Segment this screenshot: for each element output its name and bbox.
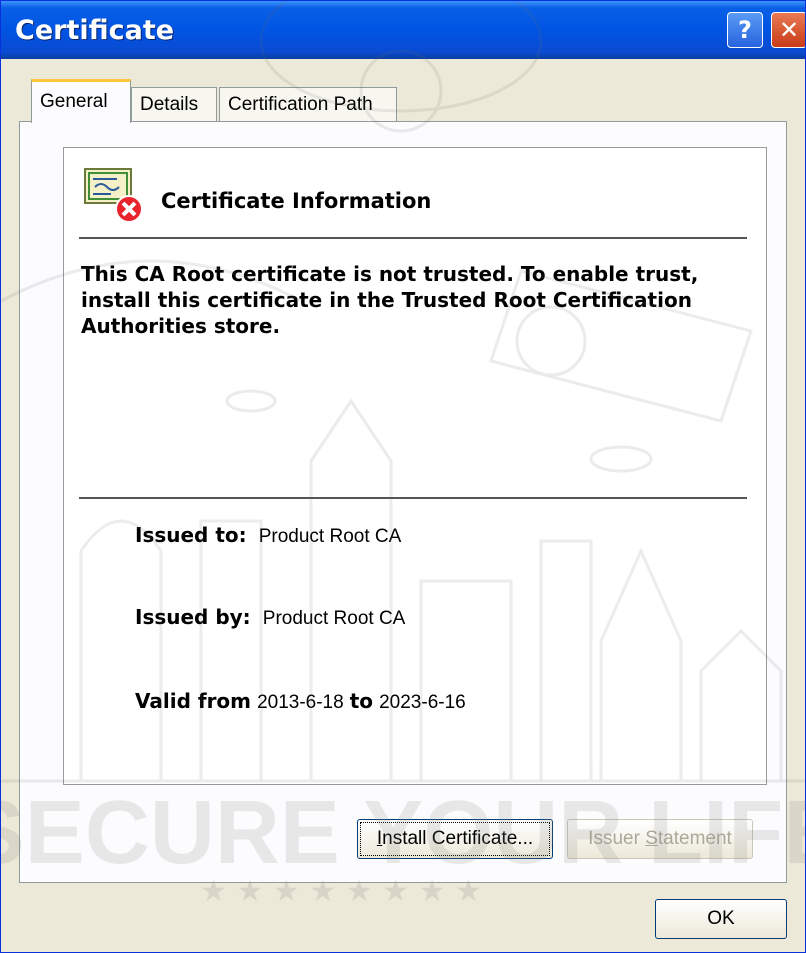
valid-from-label: Valid from	[135, 689, 252, 713]
tab-general[interactable]: General	[31, 79, 131, 123]
issued-to-value: Product Root CA	[258, 526, 402, 547]
ok-button[interactable]: OK	[655, 899, 787, 939]
valid-from-value: 2013-6-18	[257, 692, 344, 713]
validity-row: Valid from 2013-6-18 to 2023-6-16	[135, 689, 466, 714]
certificate-error-icon	[84, 168, 143, 223]
tab-certification-path[interactable]: Certification Path	[219, 87, 397, 121]
close-icon: ✕	[778, 16, 800, 44]
divider-top	[79, 237, 747, 239]
issuer-statement-button[interactable]: Issuer Statement	[567, 819, 753, 859]
window-title: Certificate	[15, 15, 175, 46]
issued-by-value: Product Root CA	[262, 608, 406, 629]
issued-by-label: Issued by:	[135, 605, 251, 629]
valid-to-value: 2023-6-16	[379, 692, 466, 713]
tab-details[interactable]: Details	[131, 87, 217, 121]
help-icon: ?	[738, 16, 752, 44]
divider-bottom	[79, 497, 747, 499]
trust-message: This CA Root certificate is not trusted.…	[81, 262, 699, 338]
help-button[interactable]: ?	[727, 12, 763, 48]
title-bar[interactable]: Certificate ? ✕	[1, 1, 805, 59]
issuer-accelerator: S	[645, 828, 658, 849]
info-title: Certificate Information	[161, 189, 432, 213]
certificate-dialog: Certificate ? ✕ General Details Certific…	[0, 0, 806, 953]
issued-by-row: Issued by: Product Root CA	[135, 605, 405, 630]
install-label: nstall Certificate...	[382, 828, 534, 849]
issued-to-label: Issued to:	[135, 523, 247, 547]
close-button[interactable]: ✕	[771, 12, 805, 48]
issuer-label-post: tatement	[657, 828, 732, 849]
issued-to-row: Issued to: Product Root CA	[135, 523, 401, 548]
valid-to-label: to	[349, 689, 374, 713]
install-certificate-button[interactable]: Install Certificate...	[357, 819, 553, 859]
issuer-label-pre: Issuer	[588, 828, 646, 849]
